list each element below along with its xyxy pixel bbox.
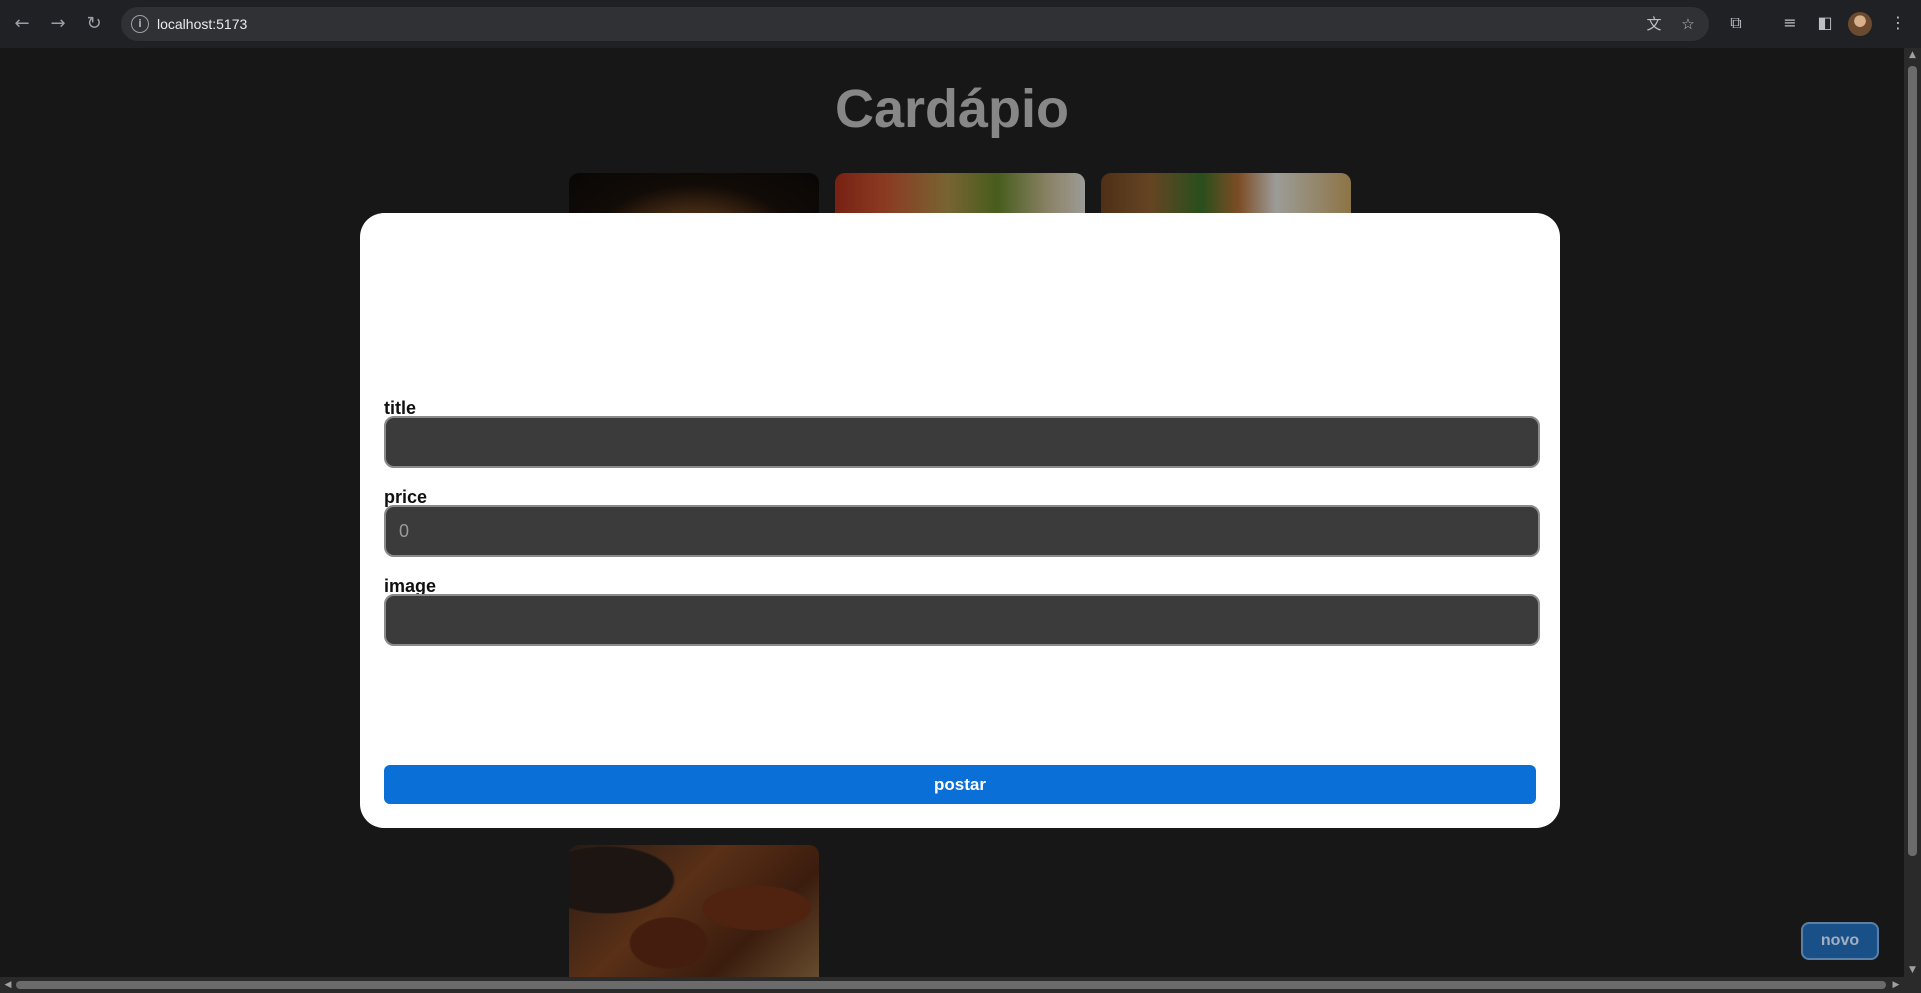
side-panel-icon[interactable]: ◧ xyxy=(1813,11,1837,35)
create-item-modal: title price 0 image postar xyxy=(360,213,1560,828)
post-button[interactable]: postar xyxy=(384,765,1536,804)
browser-toolbar: ← → ↻ i localhost:5173 文 ☆ ⧉ ≡ ◧ ⋮ xyxy=(0,0,1921,48)
profile-avatar[interactable] xyxy=(1848,12,1872,36)
horizontal-scrollbar[interactable]: ◀ ▶ xyxy=(0,977,1921,993)
address-bar[interactable]: i localhost:5173 文 ☆ xyxy=(121,7,1709,41)
reload-icon[interactable]: ↻ xyxy=(80,10,108,38)
scroll-up-icon[interactable]: ▲ xyxy=(1904,48,1921,62)
translate-icon[interactable]: 文 xyxy=(1644,14,1664,34)
scroll-right-icon[interactable]: ▶ xyxy=(1888,977,1904,993)
extensions-icon[interactable]: ⧉ xyxy=(1724,11,1748,35)
forward-icon[interactable]: → xyxy=(44,10,72,38)
scroll-down-icon[interactable]: ▼ xyxy=(1904,963,1921,977)
image-input[interactable] xyxy=(384,594,1540,646)
back-icon[interactable]: ← xyxy=(8,10,36,38)
price-input[interactable]: 0 xyxy=(384,505,1540,557)
scroll-left-icon[interactable]: ◀ xyxy=(0,977,16,993)
more-vert-icon[interactable]: ⋮ xyxy=(1886,11,1910,35)
media-queue-icon[interactable]: ≡ xyxy=(1778,11,1802,35)
page-content: Cardápio novo title price 0 image postar xyxy=(0,48,1904,977)
bookmark-star-icon[interactable]: ☆ xyxy=(1678,14,1698,34)
horizontal-scroll-thumb[interactable] xyxy=(16,981,1886,989)
site-info-icon[interactable]: i xyxy=(131,15,149,33)
vertical-scrollbar[interactable]: ▲ ▼ xyxy=(1904,48,1921,977)
url-text[interactable]: localhost:5173 xyxy=(157,16,247,32)
title-input[interactable] xyxy=(384,416,1540,468)
new-item-button[interactable]: novo xyxy=(1801,922,1879,960)
vertical-scroll-thumb[interactable] xyxy=(1908,66,1917,856)
